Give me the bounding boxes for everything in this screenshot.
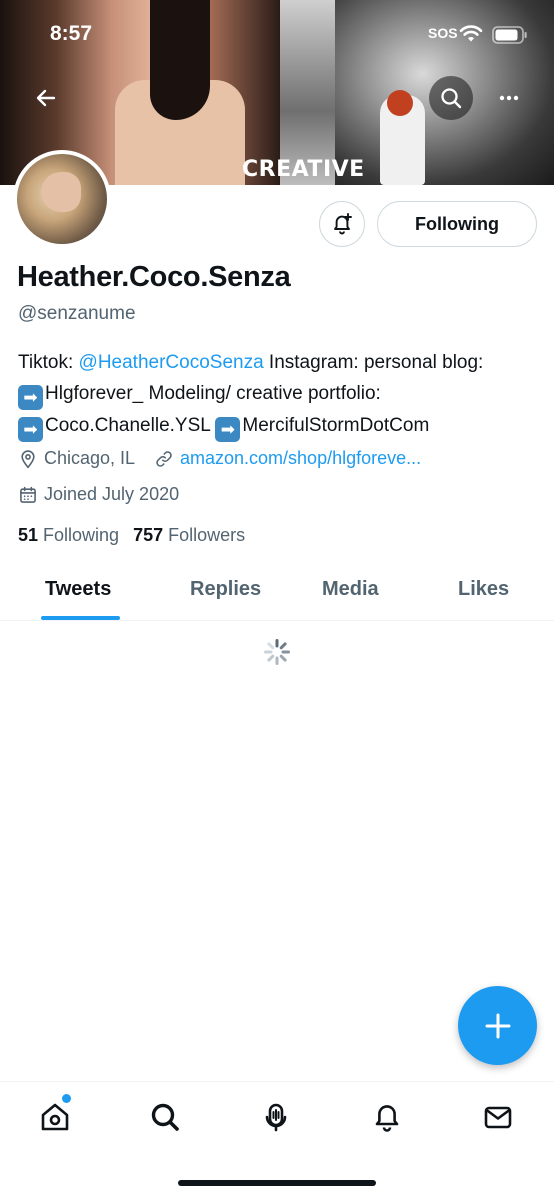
home-icon	[41, 1103, 69, 1131]
followers-count-link[interactable]: 757 Followers	[133, 525, 245, 546]
search-button[interactable]	[429, 76, 473, 120]
nav-notifications[interactable]	[370, 1100, 404, 1134]
following-count-link[interactable]: 51 Following	[18, 525, 119, 546]
active-tab-indicator	[41, 616, 120, 620]
back-arrow-icon	[36, 89, 56, 107]
calendar-icon	[20, 486, 36, 503]
banner-figure-head	[387, 90, 413, 116]
arrow-emoji-icon: ➡	[215, 417, 241, 442]
display-name: Heather.Coco.Senza	[17, 261, 291, 293]
bio-text: Tiktok:	[18, 352, 79, 373]
following-count: 51	[18, 525, 39, 545]
loading-spinner-icon	[264, 639, 290, 665]
avatar-photo-detail	[41, 172, 81, 212]
battery-icon	[492, 26, 527, 44]
following-button[interactable]: Following	[377, 201, 537, 247]
wifi-icon	[459, 25, 483, 42]
nav-messages[interactable]	[481, 1100, 515, 1134]
tab-likes[interactable]: Likes	[458, 578, 509, 601]
joined-text: Joined July 2020	[44, 484, 180, 504]
arrow-emoji-icon: ➡	[18, 385, 43, 410]
nav-home[interactable]	[38, 1100, 72, 1134]
bell-plus-icon	[334, 213, 352, 235]
arrow-emoji-icon: ➡	[18, 417, 43, 442]
notifications-subscribe-button[interactable]	[319, 201, 365, 247]
bio-text: Coco.Chanelle.YSL	[45, 415, 211, 436]
more-button[interactable]	[487, 76, 531, 120]
website-link[interactable]: amazon.com/shop/hlgforeve...	[180, 448, 421, 469]
link-icon	[156, 450, 172, 467]
followers-label: Followers	[168, 525, 246, 545]
spaces-icon	[265, 1103, 287, 1132]
status-sos: SOS	[428, 25, 458, 41]
notifications-icon	[375, 1105, 399, 1132]
status-time: 8:57	[50, 22, 93, 45]
profile-tabs: Tweets Replies Media Likes	[0, 560, 554, 621]
home-unread-dot	[62, 1094, 71, 1103]
profile-website[interactable]: amazon.com/shop/hlgforeve...	[154, 448, 421, 469]
bio-text: MercifulStormDotCom	[242, 415, 430, 436]
location-pin-icon	[21, 449, 35, 468]
followers-count: 757	[133, 525, 164, 545]
tab-replies[interactable]: Replies	[190, 578, 261, 601]
back-button[interactable]	[24, 76, 68, 120]
avatar[interactable]	[13, 150, 111, 248]
more-icon	[499, 95, 519, 101]
messages-icon	[484, 1106, 512, 1129]
follow-counts: 51 Following 757 Followers	[18, 525, 245, 546]
profile-location: Chicago, IL	[18, 448, 135, 469]
search-icon	[151, 1103, 179, 1131]
banner-caption: CREATIVE	[242, 157, 365, 182]
bio-text: Instagram: personal blog:	[263, 352, 484, 373]
bio-tiktok-link[interactable]: @HeatherCocoSenza	[79, 352, 264, 373]
tab-media[interactable]: Media	[322, 578, 379, 601]
banner-figure-hair	[150, 0, 210, 120]
nav-spaces[interactable]	[259, 1100, 293, 1134]
search-icon	[441, 88, 462, 109]
bio-text: Hlgforever_ Modeling/ creative portfolio…	[45, 383, 381, 404]
tab-tweets[interactable]: Tweets	[45, 578, 111, 601]
nav-search[interactable]	[148, 1100, 182, 1134]
home-indicator[interactable]	[178, 1180, 376, 1186]
compose-tweet-button[interactable]	[458, 986, 537, 1065]
handle: @senzanume	[18, 303, 136, 324]
following-label: Following	[43, 525, 120, 545]
profile-joined: Joined July 2020	[18, 484, 179, 505]
plus-icon	[485, 1013, 510, 1038]
location-text: Chicago, IL	[44, 448, 136, 468]
bio: Tiktok: @HeatherCocoSenza Instagram: per…	[18, 347, 543, 442]
